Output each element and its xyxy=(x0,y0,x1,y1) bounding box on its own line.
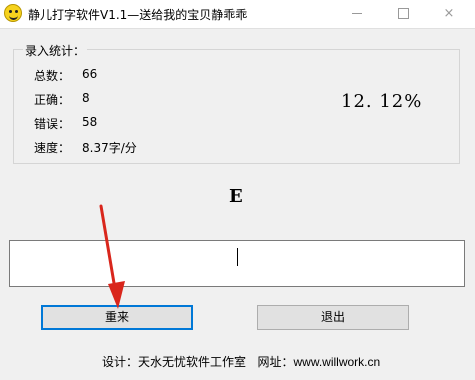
text-caret xyxy=(237,248,238,266)
stats-group: 录入统计： 总数： 66 正确： 8 错误： 58 速度： 8.37字/分 12… xyxy=(13,42,460,164)
window-title: 静儿打字软件V1.1—送给我的宝贝静乖乖 xyxy=(28,8,248,22)
close-icon: × xyxy=(443,6,455,21)
minimize-button[interactable] xyxy=(334,0,380,28)
stats-legend: 录入统计： xyxy=(23,42,88,59)
wrong-value: 58 xyxy=(82,115,98,129)
minimize-icon xyxy=(352,13,362,14)
studio-name: 天水无忧软件工作室 xyxy=(138,355,247,369)
total-label: 总数： xyxy=(34,69,71,83)
correct-label: 正确： xyxy=(34,93,71,107)
speed-value: 8.37字/分 xyxy=(82,141,137,155)
wrong-label: 错误： xyxy=(34,117,71,131)
site-label: 网址： xyxy=(257,355,294,369)
quit-button[interactable]: 退出 xyxy=(257,305,409,330)
smiley-icon xyxy=(4,4,22,22)
target-character: E xyxy=(229,186,243,207)
site-url: www.willwork.cn xyxy=(293,355,381,369)
typing-input[interactable] xyxy=(9,240,465,287)
total-value: 66 xyxy=(82,67,98,81)
maximize-icon xyxy=(397,8,409,19)
speed-label: 速度： xyxy=(34,141,71,155)
design-label: 设计： xyxy=(102,355,139,369)
close-button[interactable]: × xyxy=(426,0,472,28)
title-bar[interactable]: 静儿打字软件V1.1—送给我的宝贝静乖乖 × xyxy=(0,0,475,29)
correct-value: 8 xyxy=(82,91,90,105)
reset-button[interactable]: 重来 xyxy=(41,305,193,330)
maximize-button[interactable] xyxy=(380,0,426,28)
footer: 设计：天水无忧软件工作室 网址：www.willwork.cn xyxy=(102,353,380,370)
accuracy-value: 12. 12% xyxy=(341,91,423,112)
